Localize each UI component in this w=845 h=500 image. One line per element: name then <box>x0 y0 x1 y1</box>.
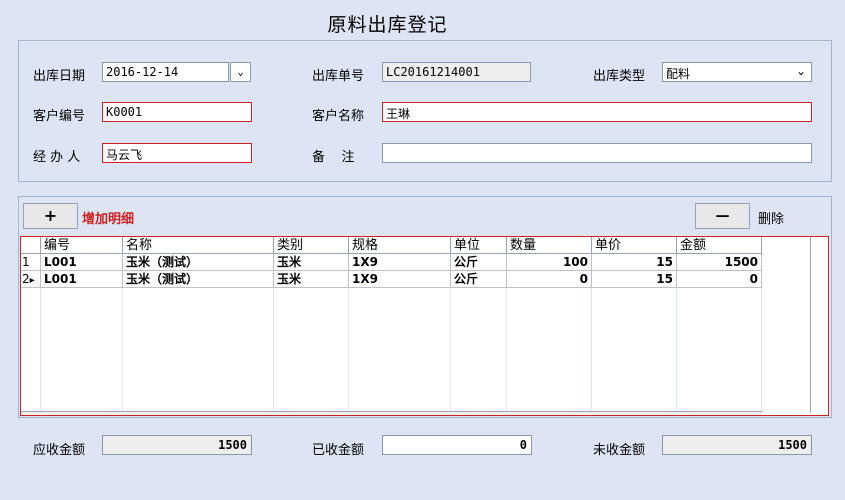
grid-column-line <box>676 288 677 411</box>
type-select-value: 配料 <box>666 67 691 81</box>
remark-label: 备 注 <box>312 150 355 165</box>
grid-column-line <box>348 288 349 411</box>
customer-name-label: 客户名称 <box>312 109 365 124</box>
column-header[interactable]: 单价 <box>592 237 677 254</box>
column-header[interactable]: 金额 <box>677 237 762 254</box>
outstanding-field[interactable]: 1500 <box>662 435 812 455</box>
grid-corner-cell <box>21 237 41 254</box>
table-cell[interactable]: 1X9 <box>349 271 451 288</box>
detail-grid[interactable]: 编号 名称 类别 规格 单位 数量 单价 金额 1 L001 玉米（测试） 玉米 1X9 公斤 100 15 1… <box>20 236 829 416</box>
column-header[interactable]: 数量 <box>507 237 592 254</box>
current-row-arrow-icon: ▸ <box>29 275 35 286</box>
column-header[interactable]: 单位 <box>451 237 507 254</box>
add-detail-button[interactable]: + <box>23 203 78 229</box>
table-cell[interactable]: 公斤 <box>451 254 507 271</box>
row-header[interactable]: 2▸ <box>21 271 41 288</box>
order-no-field[interactable]: LC20161214001 <box>382 62 531 82</box>
horizontal-scrollbar[interactable] <box>21 411 762 415</box>
customer-code-label: 客户编号 <box>33 109 86 124</box>
table-cell[interactable]: 玉米（测试） <box>123 254 274 271</box>
grid-column-line <box>122 288 123 411</box>
table-cell[interactable]: 1500 <box>677 254 762 271</box>
handler-field[interactable]: 马云飞 <box>102 143 252 163</box>
delete-label[interactable]: 删除 <box>758 208 784 227</box>
page-title: 原料出库登记 <box>327 14 448 36</box>
type-label: 出库类型 <box>593 69 646 84</box>
grid-column-line <box>506 288 507 411</box>
chevron-down-icon: ⌄ <box>795 64 806 78</box>
table-cell[interactable]: 玉米 <box>274 271 349 288</box>
grid-column-line <box>591 288 592 411</box>
outstanding-label: 未收金额 <box>593 443 646 458</box>
order-no-label: 出库单号 <box>312 69 365 84</box>
row-index: 1 <box>22 255 30 269</box>
column-header[interactable]: 规格 <box>349 237 451 254</box>
table-cell[interactable]: L001 <box>41 271 123 288</box>
vertical-scrollbar-track[interactable] <box>810 237 811 413</box>
column-header[interactable]: 名称 <box>123 237 274 254</box>
table-cell[interactable]: 15 <box>592 271 677 288</box>
grid-column-line <box>273 288 274 411</box>
table-cell[interactable]: 1X9 <box>349 254 451 271</box>
table-cell[interactable]: 玉米（测试） <box>123 271 274 288</box>
customer-code-field[interactable]: K0001 <box>102 102 252 122</box>
table-cell[interactable]: L001 <box>41 254 123 271</box>
date-label: 出库日期 <box>33 69 86 84</box>
handler-label: 经 办 人 <box>33 150 81 165</box>
table-cell[interactable]: 100 <box>507 254 592 271</box>
received-label: 已收金额 <box>312 443 365 458</box>
customer-name-field[interactable]: 王琳 <box>382 102 812 122</box>
column-header[interactable]: 编号 <box>41 237 123 254</box>
table-cell[interactable]: 0 <box>507 271 592 288</box>
row-header[interactable]: 1 <box>21 254 41 271</box>
remark-field[interactable] <box>382 143 812 163</box>
receivable-label: 应收金额 <box>33 443 86 458</box>
receivable-field[interactable]: 1500 <box>102 435 252 455</box>
table-cell[interactable]: 公斤 <box>451 271 507 288</box>
table-cell[interactable]: 0 <box>677 271 762 288</box>
table-cell[interactable]: 15 <box>592 254 677 271</box>
row-index: 2 <box>22 272 30 286</box>
grid-column-line <box>40 288 41 411</box>
grid-column-line <box>761 288 762 411</box>
date-picker-button[interactable]: ⌄ <box>230 62 251 82</box>
received-field[interactable]: 0 <box>382 435 532 455</box>
chevron-down-icon: ⌄ <box>237 65 244 78</box>
table-cell[interactable]: 玉米 <box>274 254 349 271</box>
add-detail-label[interactable]: 增加明细 <box>82 208 134 227</box>
grid-column-line <box>450 288 451 411</box>
delete-button[interactable]: — <box>695 203 750 229</box>
date-field[interactable]: 2016-12-14 <box>102 62 229 82</box>
type-select[interactable]: 配料 ⌄ <box>662 62 812 82</box>
column-header[interactable]: 类别 <box>274 237 349 254</box>
